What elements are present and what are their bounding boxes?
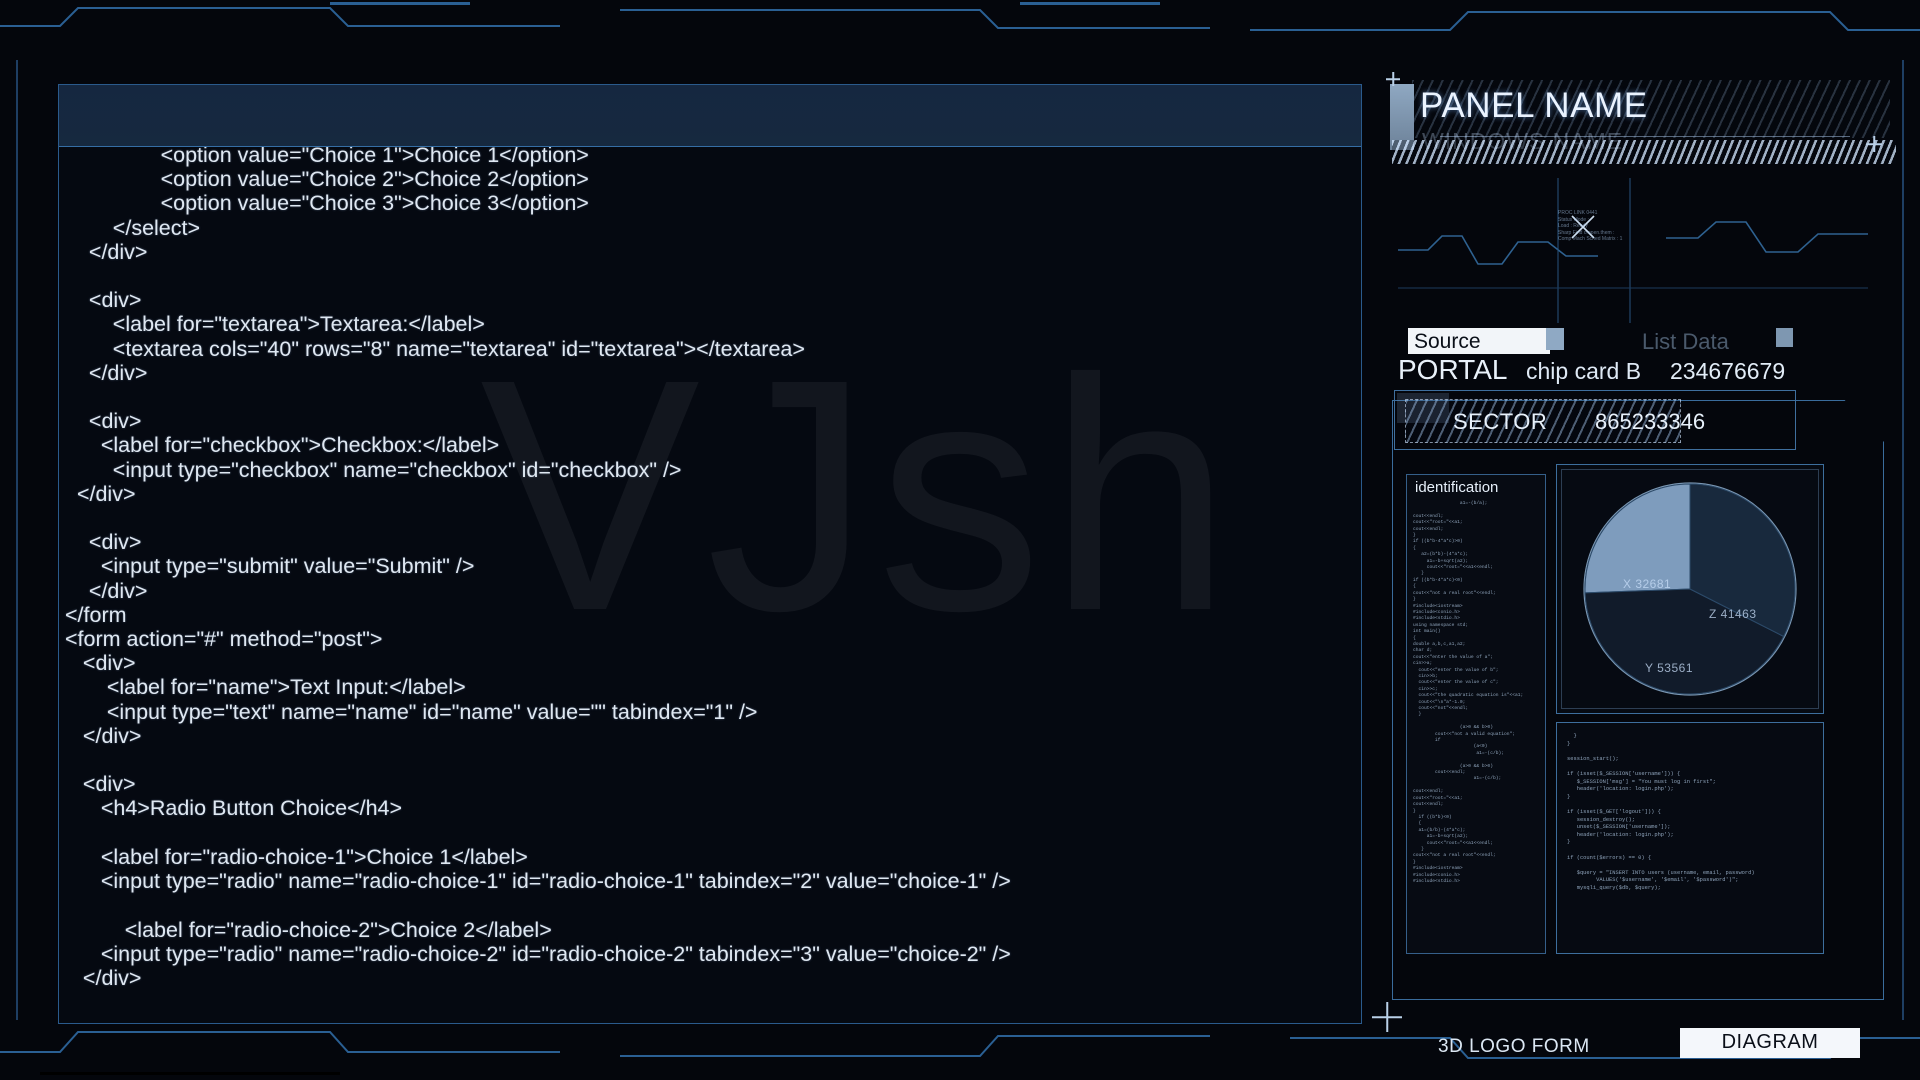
source-field[interactable]: Source [1408,328,1550,354]
waveform-readout-line: Load : Ready [1558,223,1588,230]
pie-chart-panel[interactable]: X 32681 Z 41463 Y 53561 [1556,464,1824,714]
list-data-indicator-square [1776,328,1793,347]
waveform-readouts: PROC LINK 0441 Status Mode : Load : Read… [1558,210,1648,243]
portal-code-value: 234676679 [1670,358,1786,384]
source-indicator-square [1546,328,1564,350]
logo-form-label: 3D LOGO FORM [1438,1036,1590,1057]
waveform-readout-line: Comp Mach Sched Matrix : 1 [1558,236,1623,243]
header-plus-marker-left [1386,72,1400,86]
source-label: Source [1414,330,1481,353]
source-row: Source List Data PORTAL chip card B 2346… [1398,328,1878,390]
php-code-text: } } session_start(); if (isset($_SESSION… [1567,733,1755,891]
diagram-button-label: DIAGRAM [1721,1031,1819,1053]
hud-panel: PANEL NAME WINDOWS NAME PROC LINK 0441 S… [1390,78,1896,1058]
diagram-button[interactable]: DIAGRAM [1680,1028,1860,1058]
pie-slice-label-x: X 32681 [1623,577,1672,591]
php-code-panel[interactable]: } } session_start(); if (isset($_SESSION… [1556,722,1824,954]
list-data-label[interactable]: List Data [1642,329,1729,355]
pie-slice-label-z: Z 41463 [1709,607,1757,621]
hud-screen: <option value="Choice 1">Choice 1</optio… [0,0,1920,1080]
frame-decoration-top [0,2,1920,31]
header-plus-marker-right [1866,136,1882,152]
waveform-readout-line: Status Mode : [1558,216,1589,223]
code-window-titlebar[interactable] [59,85,1361,147]
waveform-readout-line: PROC LINK 0441 [1558,210,1598,216]
chip-card-label: chip card B [1526,358,1642,384]
pie-slice-label-y: Y 53561 [1645,661,1693,675]
code-window: <option value="Choice 1">Choice 1</optio… [58,84,1362,1024]
identification-title: identification [1415,479,1499,496]
source-code-text: <option value="Choice 1">Choice 1</optio… [65,147,1011,990]
panel-title: PANEL NAME [1420,86,1648,125]
frame-left-edge [16,60,18,1020]
identification-panel[interactable]: identification a1=-(b/a); cout<<endl; co… [1406,474,1546,954]
header-hatch-bar [1392,140,1896,164]
waveform-graph: PROC LINK 0441 Status Mode : Load : Read… [1398,178,1868,323]
frame-right-edge [1902,60,1904,1020]
portal-label: PORTAL [1398,354,1508,385]
sector-value: 865233346 [1595,409,1706,434]
identification-code-text: a1=-(b/a); cout<<endl; cout<<"root="<<a1… [1413,501,1524,884]
sector-label: SECTOR [1453,409,1548,434]
waveform-readout-line: Sharp Find o:open.them : [1558,229,1615,236]
sector-strip: SECTOR 865233346 [1394,390,1796,450]
code-window-body[interactable]: <option value="Choice 1">Choice 1</optio… [59,147,1361,1023]
panel-header: PANEL NAME WINDOWS NAME [1390,78,1896,170]
